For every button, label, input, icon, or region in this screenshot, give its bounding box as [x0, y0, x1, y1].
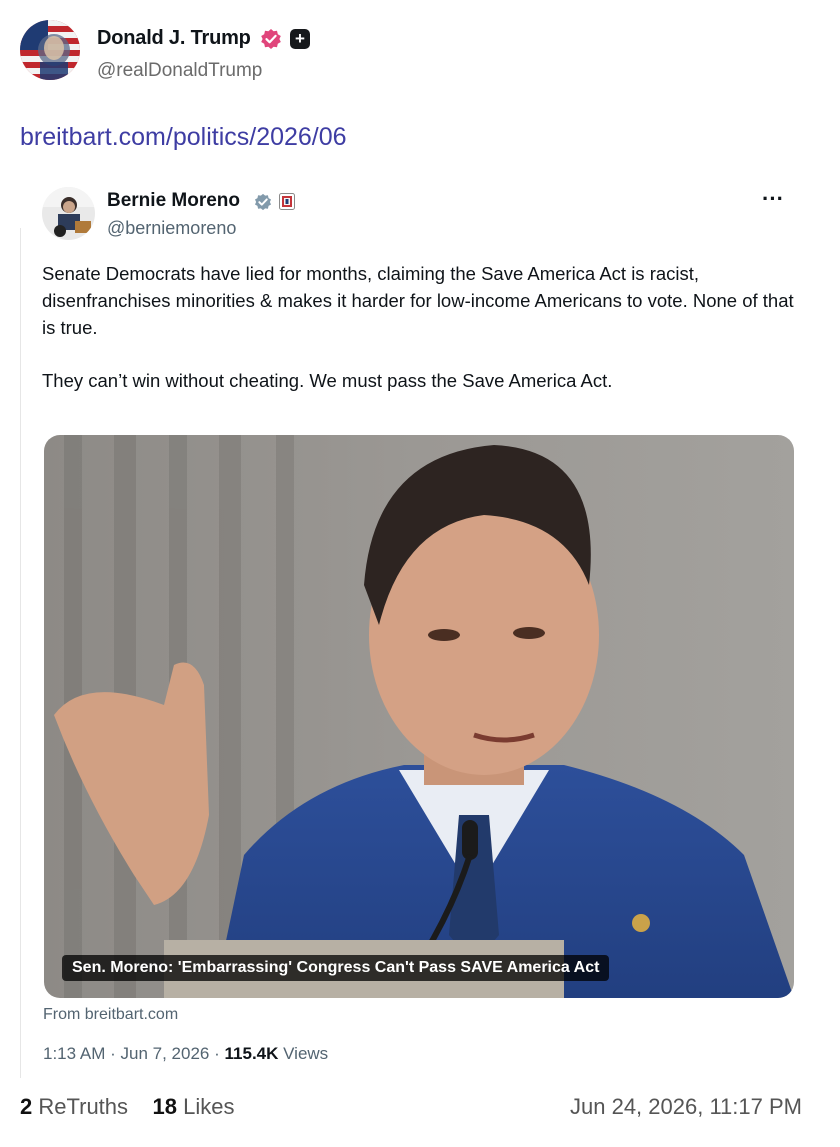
media-caption: Sen. Moreno: 'Embarrassing' Congress Can…: [62, 955, 610, 981]
likes-count[interactable]: 18: [152, 1094, 176, 1119]
embed-time[interactable]: 1:13 AM: [43, 1044, 105, 1063]
embed-verified-badge-icon: [254, 193, 272, 211]
author-handle[interactable]: @realDonaldTrump: [97, 60, 262, 82]
embed-author-avatar[interactable]: [42, 187, 95, 240]
embed-post-text: Senate Democrats have lied for months, c…: [42, 260, 802, 394]
embed-author-name[interactable]: Bernie Moreno: [107, 190, 240, 212]
source-link[interactable]: From breitbart.com: [43, 1006, 178, 1024]
views-label: Views: [283, 1044, 329, 1063]
retruths-label[interactable]: ReTruths: [38, 1094, 128, 1119]
engagement-stats: 2 ReTruths 18 Likes: [20, 1094, 234, 1120]
verified-badge-icon: [260, 28, 282, 50]
embed-divider: [20, 228, 21, 1078]
embed-author-handle[interactable]: @berniemoreno: [107, 218, 236, 239]
government-flag-icon: [279, 193, 295, 210]
post-link[interactable]: breitbart.com/politics/2026/06: [20, 123, 347, 152]
embed-meta: 1:13 AM · Jun 7, 2026 · 115.4K Views: [43, 1044, 328, 1064]
embed-media-image[interactable]: [44, 435, 794, 998]
embed-date[interactable]: Jun 7, 2026: [121, 1044, 210, 1063]
more-options-icon[interactable]: ···: [762, 186, 784, 212]
embed-paragraph-2: They can’t win without cheating. We must…: [42, 370, 613, 391]
post-timestamp[interactable]: Jun 24, 2026, 11:17 PM: [570, 1094, 802, 1120]
author-name[interactable]: Donald J. Trump: [97, 27, 251, 50]
likes-label[interactable]: Likes: [183, 1094, 234, 1119]
separator: ·: [110, 1044, 116, 1063]
author-avatar[interactable]: [20, 20, 80, 80]
retruths-count[interactable]: 2: [20, 1094, 32, 1119]
views-count: 115.4K: [224, 1044, 279, 1063]
plus-badge-icon: +: [290, 29, 310, 49]
separator: ·: [214, 1044, 220, 1063]
embed-paragraph-1: Senate Democrats have lied for months, c…: [42, 263, 794, 338]
